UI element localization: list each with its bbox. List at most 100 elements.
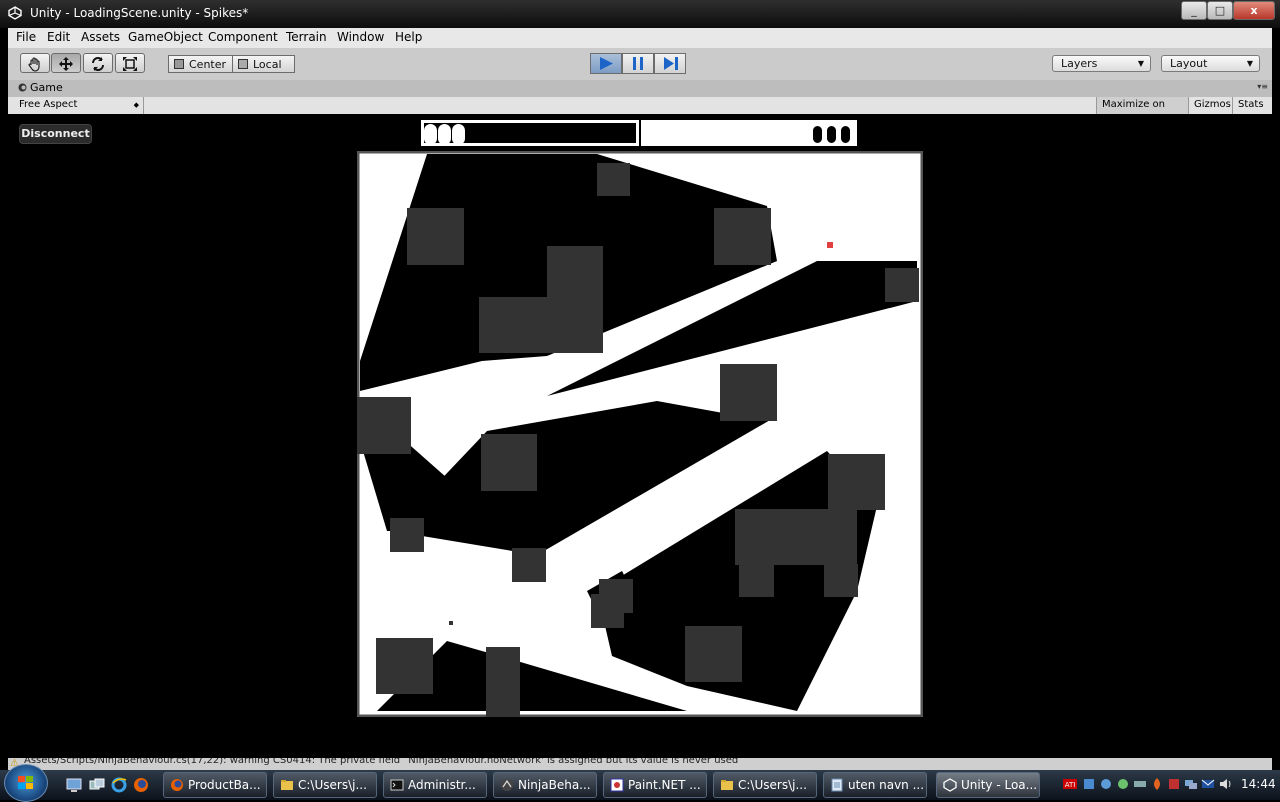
obstacle-block xyxy=(597,163,630,196)
firefox-icon xyxy=(171,779,183,791)
menu-edit[interactable]: Edit xyxy=(47,30,70,44)
player-marker xyxy=(827,242,833,248)
scale-tool-button[interactable] xyxy=(115,53,145,73)
network-settings-icon[interactable] xyxy=(1082,777,1096,791)
internet-explorer-icon[interactable] xyxy=(111,777,127,793)
minimize-button[interactable]: _ xyxy=(1181,1,1207,20)
player1-life-pill xyxy=(452,124,465,145)
game-view-tab[interactable]: Game ▾≡ xyxy=(8,80,1272,97)
play-button[interactable] xyxy=(590,53,622,74)
scale-icon xyxy=(123,57,137,71)
security-icon[interactable] xyxy=(1116,777,1130,791)
windows-logo-icon xyxy=(18,776,33,789)
start-button[interactable] xyxy=(4,764,48,802)
network-icon[interactable] xyxy=(1184,777,1198,791)
update-icon[interactable] xyxy=(1099,777,1113,791)
menu-terrain[interactable]: Terrain xyxy=(286,30,327,44)
taskbar-item-ninjabeha[interactable]: NinjaBeha... xyxy=(493,772,597,798)
layers-label: Layers xyxy=(1061,57,1098,70)
player2-life-pill xyxy=(811,124,824,145)
window-title: Unity - LoadingScene.unity - Spikes* xyxy=(30,6,249,20)
stats-toggle[interactable]: Stats xyxy=(1232,97,1272,114)
hand-tool-button[interactable] xyxy=(20,53,50,73)
windows-taskbar: ProductBa... C:\Users\j... Administr... … xyxy=(0,764,1280,802)
game-controller-icon xyxy=(18,83,27,92)
notepad-icon xyxy=(831,778,843,792)
ati-catalyst-icon[interactable]: ATI xyxy=(1063,777,1077,791)
pivot-center-button[interactable]: Center xyxy=(168,55,233,73)
enemy-marker xyxy=(449,621,453,625)
taskbar-item-label: ProductBa... xyxy=(188,778,261,792)
menu-help[interactable]: Help xyxy=(395,30,422,44)
layout-dropdown[interactable]: Layout ▼ xyxy=(1161,55,1260,72)
aspect-dropdown[interactable]: Free Aspect ◆ xyxy=(12,97,144,114)
taskbar-item-unity[interactable]: Unity - Loa... xyxy=(936,772,1040,798)
layers-dropdown[interactable]: Layers ▼ xyxy=(1052,55,1151,72)
taskbar-item-label: C:\Users\j... xyxy=(738,778,807,792)
rotate-tool-button[interactable] xyxy=(83,53,113,73)
firewall-icon[interactable] xyxy=(1150,777,1164,791)
pivot-local-button[interactable]: Local xyxy=(232,55,295,73)
obstacle-block xyxy=(824,564,858,597)
cube-icon xyxy=(238,59,248,69)
aspect-label: Free Aspect xyxy=(19,99,78,110)
menu-file[interactable]: File xyxy=(16,30,36,44)
obstacle-block xyxy=(735,509,857,565)
folder-icon xyxy=(281,780,293,790)
player2-life-pill xyxy=(839,124,852,145)
maximize-on-play-toggle[interactable]: Maximize on Play xyxy=(1096,97,1188,126)
firefox-icon[interactable] xyxy=(133,777,149,793)
menu-gameobject[interactable]: GameObject xyxy=(128,30,203,44)
disconnect-button[interactable]: Disconnect xyxy=(19,124,92,144)
player-health-hud xyxy=(418,118,860,148)
status-message: Assets/Scripts/NinjaBehaviour.cs(17,22):… xyxy=(24,758,739,766)
game-viewport[interactable]: Disconnect xyxy=(8,114,1272,758)
gizmos-toggle[interactable]: Gizmos xyxy=(1188,97,1232,114)
svg-text:ATI: ATI xyxy=(1065,781,1076,789)
obstacle-block xyxy=(885,268,919,302)
antivirus-icon[interactable] xyxy=(1167,777,1181,791)
obstacle-block xyxy=(512,548,546,582)
close-button[interactable]: x xyxy=(1233,1,1275,20)
maximize-button[interactable]: □ xyxy=(1207,1,1233,20)
console-status-bar[interactable]: ⚠ Assets/Scripts/NinjaBehaviour.cs(17,22… xyxy=(8,758,1272,770)
hand-icon xyxy=(28,57,40,72)
obstacle-block xyxy=(481,434,537,491)
step-button[interactable] xyxy=(654,53,686,74)
obstacle-block xyxy=(828,454,885,510)
layout-label: Layout xyxy=(1170,57,1208,70)
taskbar-item-notepad[interactable]: uten navn ... xyxy=(823,772,927,798)
mail-icon[interactable] xyxy=(1201,777,1215,791)
show-desktop-icon[interactable] xyxy=(66,777,82,793)
folder-icon xyxy=(721,780,733,790)
panel-menu-icon[interactable]: ▾≡ xyxy=(1257,82,1268,91)
taskbar-item-label: C:\Users\j... xyxy=(298,778,367,792)
pivot-center-label: Center xyxy=(189,58,227,71)
menu-component[interactable]: Component xyxy=(208,30,278,44)
obstacle-block xyxy=(486,647,520,717)
taskbar-item-label: uten navn ... xyxy=(848,778,925,792)
obstacle-block xyxy=(407,208,464,265)
taskbar-item-label: Paint.NET ... xyxy=(628,778,701,792)
game-arena[interactable] xyxy=(357,151,923,717)
menu-window[interactable]: Window xyxy=(337,30,384,44)
taskbar-item-administrator[interactable]: Administr... xyxy=(383,772,487,798)
pause-button[interactable] xyxy=(622,53,654,74)
taskbar-item-paintnet[interactable]: Paint.NET ... xyxy=(603,772,707,798)
pivot-center-icon xyxy=(174,59,184,69)
switch-windows-icon[interactable] xyxy=(89,777,105,793)
obstacle-block xyxy=(714,208,771,265)
taskbar-item-explorer[interactable]: C:\Users\j... xyxy=(273,772,377,798)
menu-assets[interactable]: Assets xyxy=(81,30,120,44)
move-tool-button[interactable] xyxy=(51,53,81,73)
taskbar-item-explorer-2[interactable]: C:\Users\j... xyxy=(713,772,817,798)
chevron-down-icon: ▼ xyxy=(1246,59,1253,68)
hardware-icon[interactable] xyxy=(1133,777,1147,791)
taskbar-item-productba[interactable]: ProductBa... xyxy=(163,772,267,798)
obstacle-block xyxy=(357,397,411,454)
volume-icon[interactable] xyxy=(1218,777,1232,791)
obstacle-block xyxy=(591,594,624,628)
taskbar-item-label: Administr... xyxy=(408,778,476,792)
unity-logo-icon xyxy=(8,6,22,20)
player1-life-pill xyxy=(424,124,437,145)
